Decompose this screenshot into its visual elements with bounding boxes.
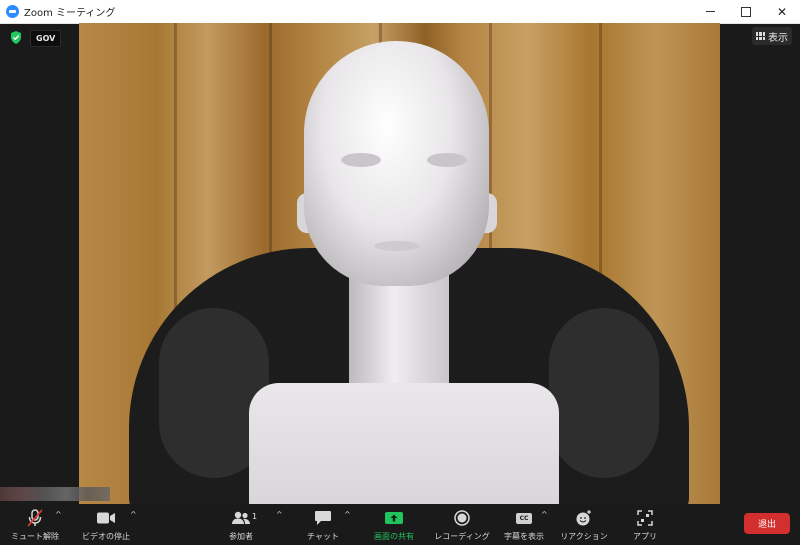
record-button[interactable]: レコーディング (434, 508, 490, 544)
share-screen-button[interactable]: 画面の共有 (368, 508, 420, 544)
security-shield-icon[interactable] (10, 31, 22, 44)
mannequin-bust (249, 383, 559, 504)
chat-options-chevron-up-icon[interactable]: ^ (344, 510, 351, 519)
mute-button[interactable]: ミュート解除 (10, 508, 60, 544)
captions-options-chevron-up-icon[interactable]: ^ (541, 510, 548, 519)
mute-label: ミュート解除 (11, 532, 59, 541)
reactions-label: リアクション (560, 532, 608, 541)
apps-button[interactable]: アプリ (630, 508, 660, 544)
chat-button[interactable]: チャット (304, 508, 342, 544)
closed-captions-icon: CC (516, 512, 532, 524)
gov-badge: GOV (30, 30, 62, 47)
minimize-button[interactable] (692, 0, 728, 23)
captions-label: 字幕を表示 (504, 532, 544, 541)
video-options-chevron-up-icon[interactable]: ^ (130, 510, 137, 519)
video-label: ビデオの停止 (82, 532, 130, 541)
chat-label: チャット (307, 532, 339, 541)
window-title: Zoom ミーティング (24, 8, 116, 19)
video-camera-icon (97, 512, 115, 524)
apps-icon (637, 510, 653, 526)
zoom-window: Zoom ミーティング ✕ GOV 表示 ミュート解除 ^ ビデオの停止 ^ 参… (0, 0, 800, 545)
meeting-toolbar: ミュート解除 ^ ビデオの停止 ^ 参加者 1 ^ チャット ^ 画面の共有 レ… (0, 504, 800, 545)
audio-options-chevron-up-icon[interactable]: ^ (55, 510, 62, 519)
video-feed (79, 23, 720, 504)
microphone-muted-icon (27, 509, 43, 527)
stop-video-button[interactable]: ビデオの停止 (78, 508, 134, 544)
view-button-label: 表示 (768, 32, 788, 44)
minimize-icon (705, 11, 715, 12)
title-bar: Zoom ミーティング ✕ (0, 0, 800, 24)
view-button[interactable]: 表示 (752, 27, 792, 45)
share-screen-icon (385, 512, 403, 524)
maximize-icon (741, 6, 751, 17)
participants-count: 1 (252, 512, 258, 521)
close-icon: ✕ (776, 4, 788, 19)
chat-bubble-icon (315, 511, 331, 525)
record-label: レコーディング (434, 532, 490, 541)
apps-label: アプリ (633, 532, 657, 541)
record-icon (454, 510, 470, 526)
participants-label: 参加者 (229, 532, 253, 541)
participants-options-chevron-up-icon[interactable]: ^ (276, 510, 283, 519)
close-button[interactable]: ✕ (764, 0, 800, 23)
zoom-logo-icon (6, 5, 19, 18)
participants-icon (232, 511, 250, 524)
leave-meeting-button[interactable]: 退出 (744, 513, 790, 534)
participant-name-label (0, 487, 110, 501)
view-grid-icon (756, 32, 765, 40)
share-label: 画面の共有 (374, 532, 414, 541)
maximize-button[interactable] (728, 0, 764, 23)
reactions-button[interactable]: リアクション (560, 508, 608, 544)
emoji-reaction-icon (576, 510, 591, 526)
